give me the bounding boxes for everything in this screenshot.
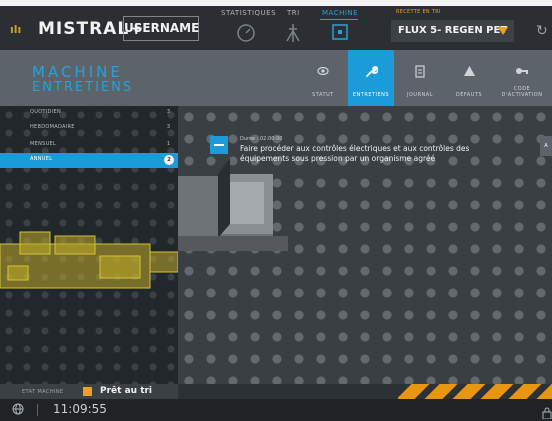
tab-defauts-label: DÉFAUTS [455, 92, 483, 98]
tab-entretiens-label: ENTRETIENS [352, 92, 390, 98]
period-label: MENSUEL [30, 141, 57, 147]
nav-statistiques-label[interactable]: STATISTIQUES [221, 9, 276, 17]
gauge-icon[interactable] [236, 23, 256, 47]
period-item-annuel[interactable]: ANNUEL 2 [0, 153, 178, 168]
recipe-value: FLUX 5- REGEN PET [398, 25, 508, 36]
period-count: 3 [166, 109, 170, 115]
period-item-mensuel[interactable]: MENSUEL 1 [0, 138, 178, 153]
status-text: Prêt au tri [100, 386, 153, 396]
refresh-icon[interactable]: ↻ [536, 23, 548, 39]
period-label: HEBDOMADAIRE [30, 124, 75, 130]
tab-code-activation[interactable]: CODE D'ACTIVATION [496, 50, 548, 106]
nav-machine-label[interactable]: MACHINE [322, 9, 358, 17]
tab-entretiens[interactable]: ENTRETIENS [348, 50, 394, 106]
status-indicator [83, 387, 92, 396]
page-subtitle: ENTRETIENS [32, 80, 134, 95]
section-header: MACHINE ENTRETIENS STATUT ENTRETIENS JOU… [0, 50, 552, 106]
brand-mark-icon: ılı [10, 23, 22, 36]
tab-journal[interactable]: JOURNAL [397, 50, 443, 106]
recipe-title: RECETTE EN TRI [396, 9, 441, 15]
collapse-button[interactable] [210, 136, 228, 154]
tab-activation-label: D'ACTIVATION [501, 92, 543, 98]
tab-defauts[interactable]: DÉFAUTS [446, 50, 492, 106]
clock: 11:09:55 [53, 402, 107, 416]
nav-tri-label[interactable]: TRI [287, 9, 300, 17]
window-edge [0, 0, 552, 6]
tab-statut-label: STATUT [312, 92, 334, 98]
task-duration: Durée : 02:00:00 [240, 136, 283, 142]
divider [37, 404, 38, 416]
main-content: QUOTIDIEN 3 HEBDOMADAIRE 3 MENSUEL 1 ANN… [0, 106, 552, 384]
recipe-select[interactable]: FLUX 5- REGEN PET [391, 20, 514, 42]
top-bar: ılı MISTRAL+ USERNAME STATISTIQUES TRI M… [0, 0, 552, 50]
tab-statut[interactable]: STATUT [300, 50, 346, 106]
wrench-icon [348, 65, 394, 82]
eye-icon [300, 65, 346, 81]
period-count: 1 [166, 141, 170, 147]
status-bar: ETAT MACHINE Prêt au tri [0, 384, 552, 399]
period-label: ANNUEL [30, 156, 53, 162]
status-label: ETAT MACHINE [22, 389, 64, 395]
lock-icon[interactable] [542, 404, 552, 420]
page-title: MACHINE [32, 63, 123, 81]
globe-icon[interactable] [12, 403, 24, 418]
bottom-bar: 11:09:55 [0, 399, 552, 421]
period-item-quotidien[interactable]: QUOTIDIEN 3 [0, 106, 178, 121]
tab-journal-label: JOURNAL [407, 92, 433, 98]
status-spacer [178, 384, 398, 399]
period-label: QUOTIDIEN [30, 109, 61, 115]
machine-icon[interactable] [331, 23, 349, 45]
hazard-stripes [398, 384, 552, 399]
nav-active-indicator [320, 19, 358, 20]
username-field[interactable]: USERNAME [123, 16, 199, 41]
key-icon [496, 65, 548, 80]
task-description: Faire procéder aux contrôles électriques… [240, 144, 470, 163]
acknowledge-button[interactable]: A [540, 136, 552, 156]
period-list: QUOTIDIEN 3 HEBDOMADAIRE 3 MENSUEL 1 ANN… [0, 106, 179, 384]
clipboard-icon [397, 65, 443, 82]
chevron-down-icon [498, 27, 508, 35]
sorting-tower-icon[interactable] [283, 23, 303, 47]
period-count: 3 [166, 124, 170, 130]
period-count-badge: 2 [164, 155, 174, 165]
warning-icon [446, 65, 492, 81]
machine-wireframe [0, 226, 179, 306]
period-item-hebdomadaire[interactable]: HEBDOMADAIRE 3 [0, 121, 178, 136]
